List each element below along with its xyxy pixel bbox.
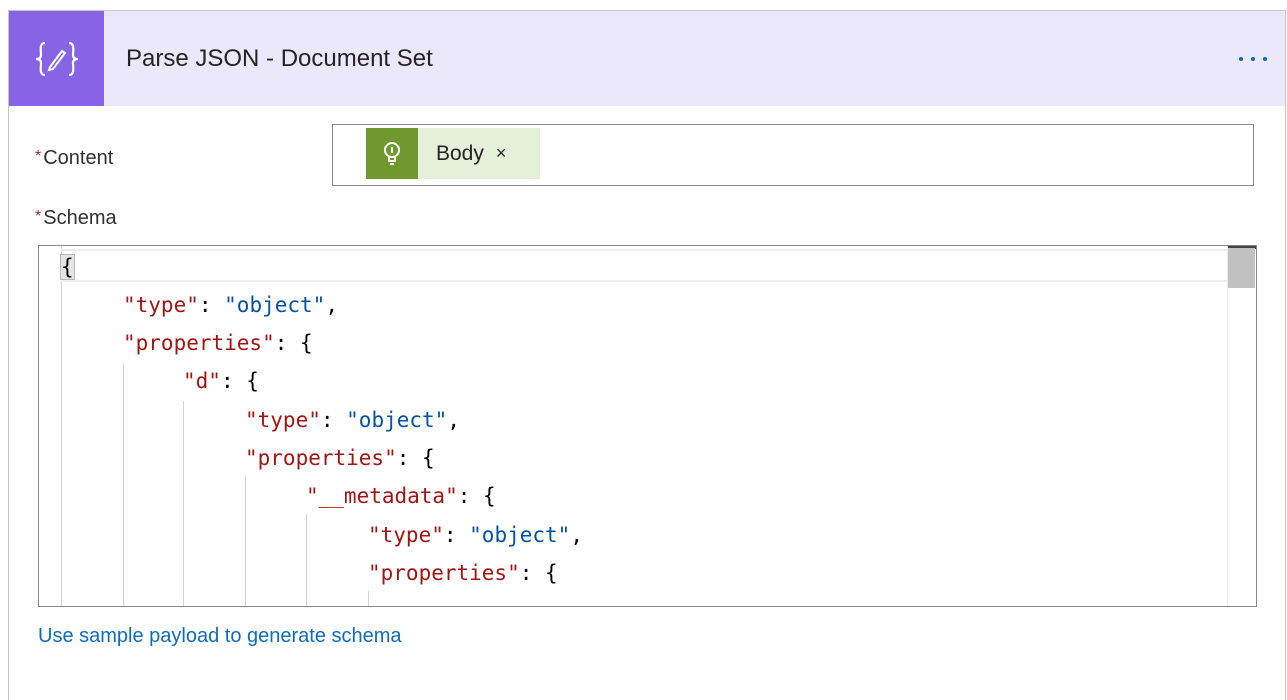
more-options-icon[interactable] bbox=[1239, 47, 1267, 71]
code-line: "__metadata": { bbox=[306, 484, 496, 508]
schema-code-editor[interactable]: { "type": "object", "properties": { "d":… bbox=[38, 245, 1257, 607]
indent-guide bbox=[368, 591, 369, 606]
code-line: "type": "object", bbox=[245, 408, 460, 432]
indent-guide bbox=[245, 476, 246, 606]
schema-label-text: Schema bbox=[43, 207, 117, 229]
code-line: { bbox=[60, 248, 75, 286]
code-line: "type": "object", bbox=[368, 523, 583, 547]
content-label: * Content bbox=[35, 147, 113, 170]
required-mark: * bbox=[35, 148, 42, 165]
schema-label: * Schema bbox=[35, 207, 117, 230]
code-line: "properties": { bbox=[368, 561, 558, 585]
body-token[interactable]: Body × bbox=[366, 128, 540, 179]
action-header[interactable]: Parse JSON - Document Set bbox=[9, 11, 1285, 106]
remove-token-icon[interactable]: × bbox=[496, 143, 507, 164]
lightbulb-icon bbox=[366, 128, 418, 179]
scrollbar-thumb[interactable] bbox=[1228, 248, 1255, 288]
required-mark: * bbox=[35, 208, 42, 225]
indent-guide bbox=[123, 364, 124, 606]
code-line: "properties": { bbox=[245, 446, 435, 470]
content-input[interactable]: Body × bbox=[332, 124, 1254, 186]
code-line: "type": "object", bbox=[123, 293, 338, 317]
parse-json-action-card: Parse JSON - Document Set * Content Body … bbox=[8, 10, 1286, 700]
open-brace: { bbox=[60, 254, 75, 280]
indent-guide bbox=[183, 401, 184, 606]
indent-guide bbox=[306, 514, 307, 606]
content-label-text: Content bbox=[43, 147, 114, 169]
code-line: "d": { bbox=[183, 369, 259, 393]
curly-braces-edit-icon bbox=[9, 11, 104, 106]
code-area[interactable]: { "type": "object", "properties": { "d":… bbox=[60, 246, 1228, 606]
code-line: "properties": { bbox=[123, 331, 313, 355]
token-label: Body bbox=[436, 141, 484, 165]
sample-payload-link[interactable]: Use sample payload to generate schema bbox=[38, 625, 402, 648]
action-title[interactable]: Parse JSON - Document Set bbox=[126, 45, 433, 73]
vertical-scrollbar[interactable] bbox=[1227, 246, 1256, 606]
